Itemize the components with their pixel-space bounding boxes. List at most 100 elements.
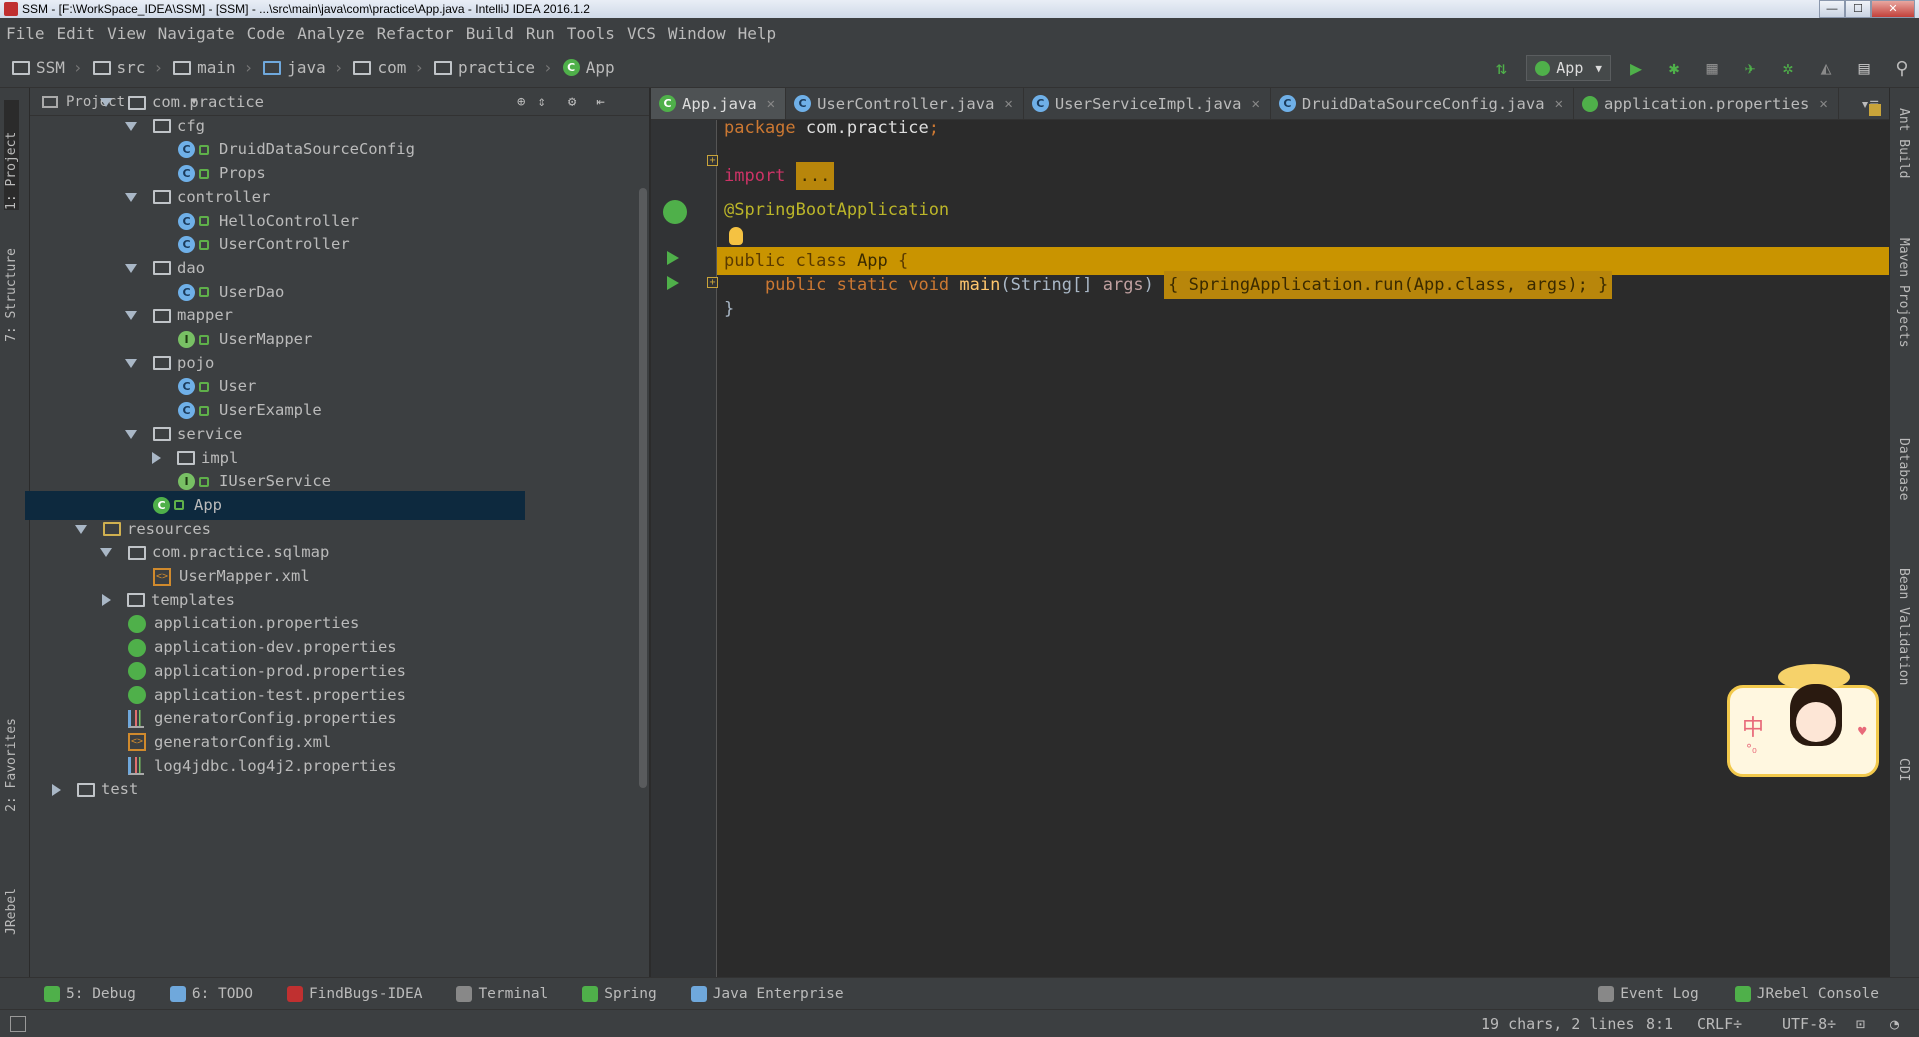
run-configuration-selector[interactable]: App ▼ bbox=[1526, 55, 1611, 81]
editor-tab[interactable]: application.properties ✕ bbox=[1574, 88, 1839, 119]
breadcrumb-item[interactable]: SSM › bbox=[12, 58, 83, 77]
tree-node[interactable]: test bbox=[30, 775, 630, 804]
menu-view[interactable]: View bbox=[107, 24, 146, 43]
tool-tab-project[interactable]: 1: Project bbox=[4, 100, 19, 210]
close-tab-icon[interactable]: ✕ bbox=[1004, 96, 1012, 112]
menu-edit[interactable]: Edit bbox=[57, 24, 96, 43]
line-separator[interactable]: CRLF÷ bbox=[1697, 1015, 1742, 1033]
minimize-button[interactable]: — bbox=[1819, 0, 1845, 18]
tool-tab-maven-projects[interactable]: Maven Projects bbox=[1896, 238, 1911, 348]
code-line-close: } bbox=[724, 299, 735, 319]
code-editor[interactable]: + + package com.practice; import ... @Sp… bbox=[651, 104, 1889, 977]
run-class-gutter-icon[interactable] bbox=[667, 251, 679, 265]
fold-imports-icon[interactable]: + bbox=[707, 155, 718, 166]
breadcrumb-item[interactable]: java › bbox=[263, 58, 343, 77]
close-tab-icon[interactable]: ✕ bbox=[1251, 96, 1259, 112]
editor-tab[interactable]: C DruidDataSourceConfig.java ✕ bbox=[1271, 88, 1574, 119]
bottom-tool-button[interactable]: JRebel Console bbox=[1734, 986, 1879, 1002]
bottom-tool-button[interactable]: FindBugs-IDEA bbox=[286, 985, 422, 1002]
menu-file[interactable]: File bbox=[6, 24, 45, 43]
breadcrumb-item[interactable]: practice › bbox=[433, 58, 553, 77]
tool-tab-structure[interactable]: 7: Structure bbox=[4, 248, 19, 342]
close-window-button[interactable]: ✕ bbox=[1871, 0, 1915, 18]
caret-position[interactable]: 8:1 bbox=[1646, 1015, 1673, 1033]
menu-vcs[interactable]: VCS bbox=[627, 24, 656, 43]
menu-analyze[interactable]: Analyze bbox=[297, 24, 364, 43]
package-folder-icon bbox=[127, 593, 145, 608]
expanded-arrow-icon[interactable] bbox=[125, 311, 137, 321]
expanded-arrow-icon[interactable] bbox=[75, 524, 87, 534]
analysis-status-icon[interactable] bbox=[1869, 104, 1881, 116]
expanded-arrow-icon[interactable] bbox=[100, 98, 112, 107]
project-tree-scrollbar[interactable] bbox=[639, 188, 647, 788]
tool-tab-ant-build[interactable]: Ant Build bbox=[1896, 108, 1911, 178]
intellij-app-icon bbox=[4, 2, 18, 16]
bottom-tool-button[interactable]: Terminal bbox=[456, 985, 548, 1002]
folded-imports[interactable]: ... bbox=[795, 162, 835, 190]
collapsed-arrow-icon[interactable] bbox=[52, 783, 61, 796]
structure-icon[interactable]: ▤ bbox=[1851, 55, 1877, 81]
memory-indicator-icon[interactable]: ◔ bbox=[1890, 1015, 1899, 1033]
jrebel-run-icon[interactable]: ✈ bbox=[1737, 55, 1763, 81]
event-log-icon bbox=[1598, 986, 1615, 1002]
menu-help[interactable]: Help bbox=[738, 24, 777, 43]
spring-boot-gutter-icon[interactable] bbox=[663, 200, 687, 224]
menu-build[interactable]: Build bbox=[466, 24, 514, 43]
tool-tab-cdi[interactable]: CDI bbox=[1896, 758, 1911, 781]
collapsed-arrow-icon[interactable] bbox=[102, 594, 111, 607]
tool-tab-favorites[interactable]: 2: Favorites bbox=[4, 718, 19, 812]
close-tab-icon[interactable]: ✕ bbox=[1819, 96, 1827, 112]
menu-code[interactable]: Code bbox=[247, 24, 286, 43]
bottom-tool-label: 6: TODO bbox=[191, 985, 253, 1002]
file-encoding[interactable]: UTF-8÷ bbox=[1782, 1015, 1836, 1033]
bottom-tool-button[interactable]: 5: Debug bbox=[44, 985, 136, 1002]
collapsed-arrow-icon[interactable] bbox=[152, 452, 161, 464]
sort-icon[interactable]: ⇅ bbox=[1488, 55, 1514, 81]
tool-tab-bean-validation[interactable]: Bean Validation bbox=[1896, 568, 1911, 685]
window-title-bar: SSM - [F:\WorkSpace_IDEA\SSM] - [SSM] - … bbox=[0, 0, 1919, 18]
class-icon: C bbox=[1278, 95, 1296, 112]
breadcrumb-item[interactable]: com › bbox=[353, 58, 424, 77]
menu-refactor[interactable]: Refactor bbox=[377, 24, 454, 43]
intention-bulb-icon[interactable] bbox=[729, 227, 743, 245]
close-tab-icon[interactable]: ✕ bbox=[1555, 96, 1563, 112]
maximize-button[interactable]: ☐ bbox=[1845, 0, 1871, 18]
folded-method-body[interactable]: { SpringApplication.run(App.class, args)… bbox=[1164, 271, 1613, 299]
expanded-arrow-icon[interactable] bbox=[100, 548, 112, 558]
close-tab-icon[interactable]: ✕ bbox=[767, 96, 775, 112]
expanded-arrow-icon[interactable] bbox=[125, 192, 137, 202]
stop-icon[interactable]: ◭ bbox=[1813, 55, 1839, 81]
menu-tools[interactable]: Tools bbox=[567, 24, 615, 43]
run-icon[interactable]: ▶ bbox=[1623, 55, 1649, 81]
expanded-arrow-icon[interactable] bbox=[125, 358, 137, 368]
jrebel-debug-icon[interactable]: ✲ bbox=[1775, 55, 1801, 81]
toggle-tool-windows-icon[interactable] bbox=[10, 1016, 26, 1032]
search-icon[interactable]: ⚲ bbox=[1889, 55, 1915, 81]
coverage-icon[interactable]: ▦ bbox=[1699, 55, 1725, 81]
tool-tab-database[interactable]: Database bbox=[1896, 438, 1911, 501]
package-folder-icon bbox=[128, 545, 146, 560]
bottom-tool-button[interactable]: 6: TODO bbox=[169, 985, 253, 1002]
bottom-tools-left: 5: Debug 6: TODO FindBugs-IDEA Terminal Spri… bbox=[0, 985, 878, 1002]
fold-method-icon[interactable]: + bbox=[707, 277, 718, 288]
editor-tab[interactable]: C UserServiceImpl.java ✕ bbox=[1024, 88, 1271, 119]
breadcrumb-item[interactable]: src › bbox=[92, 58, 163, 77]
breadcrumb-item[interactable]: main › bbox=[173, 58, 253, 77]
expanded-arrow-icon[interactable] bbox=[125, 121, 137, 131]
bottom-tool-button[interactable]: Java Enterprise bbox=[690, 985, 844, 1002]
run-main-gutter-icon[interactable] bbox=[667, 276, 679, 290]
tool-tab-jrebel[interactable]: JRebel bbox=[4, 888, 19, 935]
breadcrumb-item[interactable]: C App bbox=[562, 58, 615, 77]
lock-icon[interactable]: ⊡ bbox=[1856, 1015, 1865, 1033]
bottom-tool-button[interactable]: Spring bbox=[582, 985, 657, 1002]
expanded-arrow-icon[interactable] bbox=[125, 429, 137, 439]
menu-run[interactable]: Run bbox=[526, 24, 555, 43]
ime-mascot-sticker[interactable]: 中 °₀ ♥ bbox=[1727, 664, 1879, 777]
debug-icon[interactable]: ✱ bbox=[1661, 55, 1687, 81]
bottom-tool-button[interactable]: Event Log bbox=[1598, 986, 1699, 1002]
resources-folder-icon bbox=[103, 522, 121, 537]
menu-window[interactable]: Window bbox=[668, 24, 726, 43]
breadcrumb-separator-icon: › bbox=[414, 58, 424, 77]
menu-navigate[interactable]: Navigate bbox=[158, 24, 235, 43]
expanded-arrow-icon[interactable] bbox=[125, 263, 137, 273]
